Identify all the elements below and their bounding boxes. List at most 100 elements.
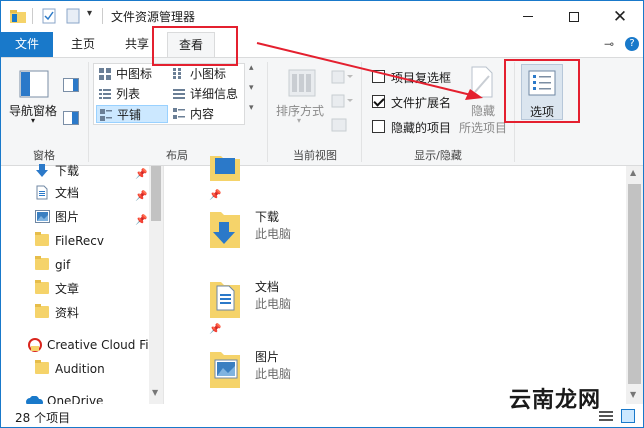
layout-medium-icons-label: 中图标 [116, 67, 153, 81]
tile-location: 此电脑 [255, 227, 292, 241]
layout-medium-icons[interactable]: 中图标 [96, 65, 168, 83]
folder-app-icon [10, 10, 26, 23]
nav-label: gif [55, 258, 71, 272]
layout-list[interactable]: 列表 [96, 85, 168, 103]
folder-icon [35, 280, 49, 294]
maximize-button[interactable] [551, 1, 597, 32]
tile-name: 文档 [255, 280, 280, 294]
hide-selected-label: 所选项目 [459, 121, 508, 135]
nav-label: FileRecv [55, 234, 104, 248]
maximize-icon [569, 11, 579, 22]
properties-icon[interactable] [41, 8, 57, 24]
content-scrollbar[interactable]: ▲ ▼ [626, 166, 643, 404]
sort-by-dropdown-icon[interactable]: ▾ [297, 116, 301, 125]
pin-ribbon-icon[interactable]: ⊸ [604, 37, 614, 51]
title-separator [102, 8, 103, 24]
creative-cloud-icon [28, 338, 42, 352]
preview-pane-icon[interactable] [63, 78, 79, 92]
pin-icon[interactable]: 📌 [209, 190, 221, 201]
new-folder-icon[interactable] [65, 8, 81, 24]
nav-item-creative-cloud[interactable]: Creative Cloud Fil [1, 334, 149, 356]
title-bar: ▾ 文件资源管理器 ✕ [1, 1, 643, 32]
document-icon [36, 185, 48, 200]
annotation-arrow [256, 42, 483, 100]
close-icon: ✕ [612, 6, 628, 27]
folder-icon [35, 256, 49, 270]
watermark: 云南龙网 [509, 387, 602, 413]
scroll-down-icon[interactable]: ▼ [630, 390, 636, 399]
list-icon [99, 89, 111, 99]
layout-gallery: 中图标 小图标 列表 详细信息 平铺 内容 [93, 63, 245, 125]
download-icon [36, 164, 48, 177]
small-icons-icon [173, 68, 181, 79]
documents-folder-icon [210, 282, 240, 318]
navigation-pane-icon [19, 70, 49, 98]
minimize-button[interactable] [505, 1, 551, 32]
tile-location: 此电脑 [255, 297, 292, 311]
layout-content[interactable]: 内容 [170, 105, 242, 123]
pin-icon[interactable]: 📌 [209, 324, 221, 335]
nav-item-audition[interactable]: Audition [1, 358, 149, 380]
layout-details[interactable]: 详细信息 [170, 85, 242, 103]
layout-list-label: 列表 [116, 87, 141, 101]
layout-tiles[interactable]: 平铺 [96, 105, 168, 123]
scroll-up-icon[interactable]: ▲ [630, 168, 636, 177]
folder-icon [35, 304, 49, 318]
folder-icon [35, 232, 49, 246]
nav-label: 文章 [55, 282, 80, 296]
details-view-icon[interactable] [599, 410, 613, 422]
layout-small-icons[interactable]: 小图标 [170, 65, 242, 83]
nav-pane-dropdown-icon[interactable]: ▾ [31, 116, 35, 125]
hidden-items-checkbox[interactable] [372, 120, 385, 133]
details-icon [173, 89, 185, 99]
nav-label: Audition [55, 362, 105, 376]
tab-home[interactable]: 主页 [61, 32, 105, 57]
tile-name: 图片 [255, 350, 280, 364]
nav-item-materials[interactable]: 资料 [1, 302, 149, 324]
close-button[interactable]: ✕ [597, 1, 643, 32]
item-count: 28 个项目 [15, 411, 71, 425]
downloads-folder-icon [210, 212, 240, 248]
folder-large-icon [210, 156, 240, 181]
content-scrollbar-thumb[interactable] [628, 184, 641, 384]
nav-scrollbar[interactable]: ▼ [149, 166, 163, 404]
window-title: 文件资源管理器 [111, 10, 196, 24]
explorer-window: ▾ 文件资源管理器 ✕ 文件 主页 共享 查看 ⊸ ? 导航窗格 ▾ 窗格 布局… [0, 0, 644, 428]
layout-tiles-label: 平铺 [117, 108, 142, 122]
minimize-icon [523, 16, 533, 17]
nav-item-gif[interactable]: gif [1, 254, 149, 276]
nav-item-filerecv[interactable]: FileRecv [1, 230, 149, 252]
nav-label: 图片 [55, 210, 80, 224]
details-pane-icon[interactable] [63, 111, 79, 125]
layout-details-label: 详细信息 [190, 87, 239, 101]
nav-scroll-down-icon[interactable]: ▼ [152, 388, 158, 397]
tab-file[interactable]: 文件 [1, 32, 53, 57]
pictures-folder-icon [210, 352, 240, 388]
medium-icons-icon [99, 68, 111, 80]
hidden-items-label: 隐藏的项目 [391, 121, 452, 135]
nav-item-articles[interactable]: 文章 [1, 278, 149, 300]
qat-dropdown-icon[interactable]: ▾ [87, 8, 92, 19]
tile-location: 此电脑 [255, 367, 292, 381]
nav-scrollbar-thumb[interactable] [151, 166, 161, 221]
content-icon [173, 108, 185, 119]
pin-icon[interactable]: 📌 [135, 186, 147, 208]
nav-label: Creative Cloud Fil [47, 338, 149, 352]
tile-name: 下载 [255, 210, 280, 224]
layout-small-icons-label: 小图标 [190, 67, 227, 81]
nav-label: 资料 [55, 306, 80, 320]
large-icons-view-icon[interactable] [621, 409, 635, 423]
pin-icon[interactable]: 📌 [135, 210, 147, 232]
nav-item-documents[interactable]: 文档 📌 [1, 182, 149, 204]
nav-item-downloads[interactable]: 下载 📌 [1, 160, 149, 182]
list-item[interactable]: 下载 此电脑 [209, 208, 409, 278]
list-item[interactable]: 文档 此电脑 📌 [209, 278, 409, 348]
size-all-columns-icon[interactable] [331, 118, 349, 132]
tiles-icon [100, 109, 112, 121]
nav-item-pictures[interactable]: 图片 📌 [1, 206, 149, 228]
navigation-pane: 下载 📌 文档 📌 图片 📌 FileRecv gif 文章 资料 Creati… [1, 164, 163, 408]
folder-icon [35, 360, 49, 374]
help-icon[interactable]: ? [625, 37, 639, 51]
file-list: 📌 下载 此电脑 文档 此电脑 📌 图片 此电脑 [164, 156, 626, 404]
nav-label: 文档 [55, 186, 80, 200]
